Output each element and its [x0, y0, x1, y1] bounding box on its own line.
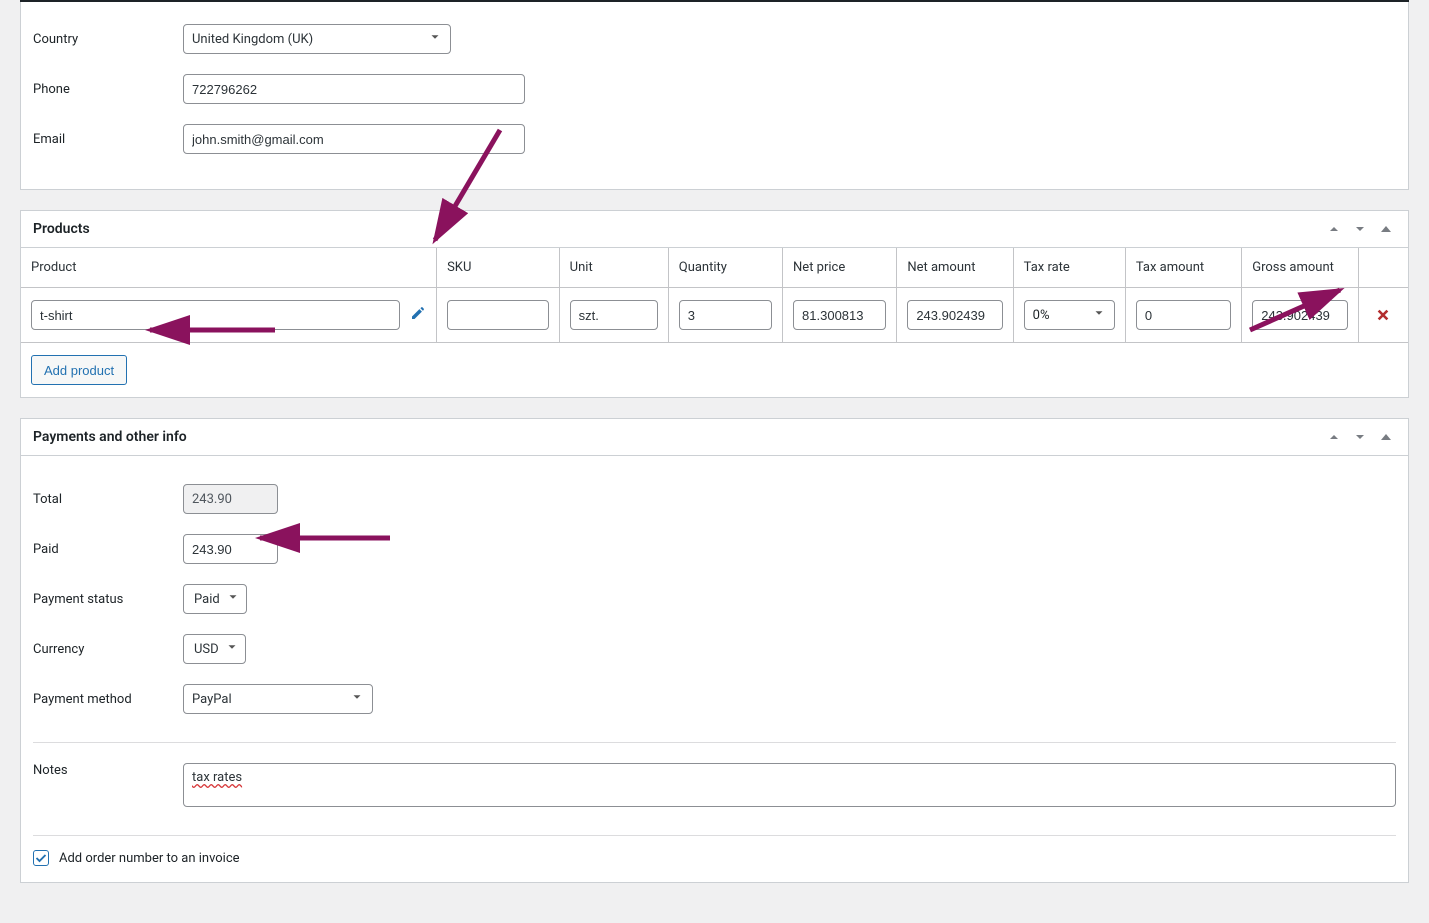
- payments-title: Payments and other info: [33, 429, 187, 445]
- gross-amount-input[interactable]: [1252, 300, 1347, 330]
- chevron-down-icon: [225, 640, 239, 658]
- chevron-down-icon: [226, 590, 240, 608]
- table-row: 0%: [21, 288, 1408, 343]
- notes-textarea[interactable]: tax rates: [183, 763, 1396, 807]
- delete-row-button[interactable]: [1369, 308, 1398, 322]
- phone-input[interactable]: [183, 74, 525, 104]
- chevron-up-icon[interactable]: [1324, 219, 1344, 239]
- notes-label: Notes: [33, 763, 183, 778]
- chevron-down-icon: [428, 30, 442, 48]
- payment-method-select[interactable]: PayPal: [183, 684, 373, 714]
- tax-amount-input[interactable]: [1136, 300, 1231, 330]
- add-product-button[interactable]: Add product: [31, 355, 127, 385]
- chevron-down-icon[interactable]: [1350, 219, 1370, 239]
- divider: [33, 742, 1396, 743]
- email-input[interactable]: [183, 124, 525, 154]
- quantity-input[interactable]: [679, 300, 772, 330]
- payment-status-label: Payment status: [33, 592, 183, 607]
- products-table: Product SKU Unit Quantity Net price Net …: [21, 248, 1408, 343]
- col-sku: SKU: [437, 248, 560, 288]
- payments-panel: Payments and other info Total 243.90 Pai…: [20, 418, 1409, 883]
- country-select[interactable]: United Kingdom (UK): [183, 24, 451, 54]
- payment-method-value: PayPal: [192, 692, 232, 707]
- col-tax-amount: Tax amount: [1125, 248, 1241, 288]
- total-label: Total: [33, 492, 183, 507]
- col-product: Product: [21, 248, 437, 288]
- payment-status-select[interactable]: Paid: [183, 584, 247, 614]
- country-value: United Kingdom (UK): [192, 32, 313, 47]
- email-label: Email: [33, 132, 183, 147]
- notes-text: tax rates: [192, 770, 242, 785]
- triangle-up-icon[interactable]: [1376, 427, 1396, 447]
- chevron-down-icon[interactable]: [1350, 427, 1370, 447]
- triangle-up-icon[interactable]: [1376, 219, 1396, 239]
- col-tax-rate: Tax rate: [1013, 248, 1125, 288]
- add-order-number-label: Add order number to an invoice: [59, 851, 240, 866]
- payment-status-value: Paid: [194, 592, 220, 607]
- products-title: Products: [33, 221, 90, 237]
- currency-value: USD: [194, 642, 219, 657]
- divider: [33, 835, 1396, 836]
- chevron-down-icon: [1092, 306, 1106, 324]
- phone-label: Phone: [33, 82, 183, 97]
- currency-label: Currency: [33, 642, 183, 657]
- tax-rate-value: 0%: [1033, 308, 1050, 323]
- pencil-icon[interactable]: [410, 305, 426, 325]
- chevron-down-icon: [350, 690, 364, 708]
- total-value: 243.90: [183, 484, 278, 514]
- payment-method-label: Payment method: [33, 692, 183, 707]
- paid-input[interactable]: [183, 534, 278, 564]
- customer-panel: Country United Kingdom (UK) Phone Email: [20, 2, 1409, 190]
- unit-input[interactable]: [570, 300, 658, 330]
- col-quantity: Quantity: [668, 248, 782, 288]
- col-net-price: Net price: [783, 248, 897, 288]
- paid-label: Paid: [33, 542, 183, 557]
- product-name-input[interactable]: [31, 300, 400, 330]
- col-net-amount: Net amount: [897, 248, 1013, 288]
- tax-rate-select[interactable]: 0%: [1024, 300, 1115, 330]
- country-label: Country: [33, 32, 183, 47]
- net-price-input[interactable]: [793, 300, 886, 330]
- sku-input[interactable]: [447, 300, 549, 330]
- add-order-number-checkbox[interactable]: [33, 850, 49, 866]
- col-unit: Unit: [559, 248, 668, 288]
- products-panel: Products Product SKU Unit Quantity Net p…: [20, 210, 1409, 398]
- net-amount-input[interactable]: [907, 300, 1002, 330]
- currency-select[interactable]: USD: [183, 634, 246, 664]
- chevron-up-icon[interactable]: [1324, 427, 1344, 447]
- col-gross-amount: Gross amount: [1242, 248, 1358, 288]
